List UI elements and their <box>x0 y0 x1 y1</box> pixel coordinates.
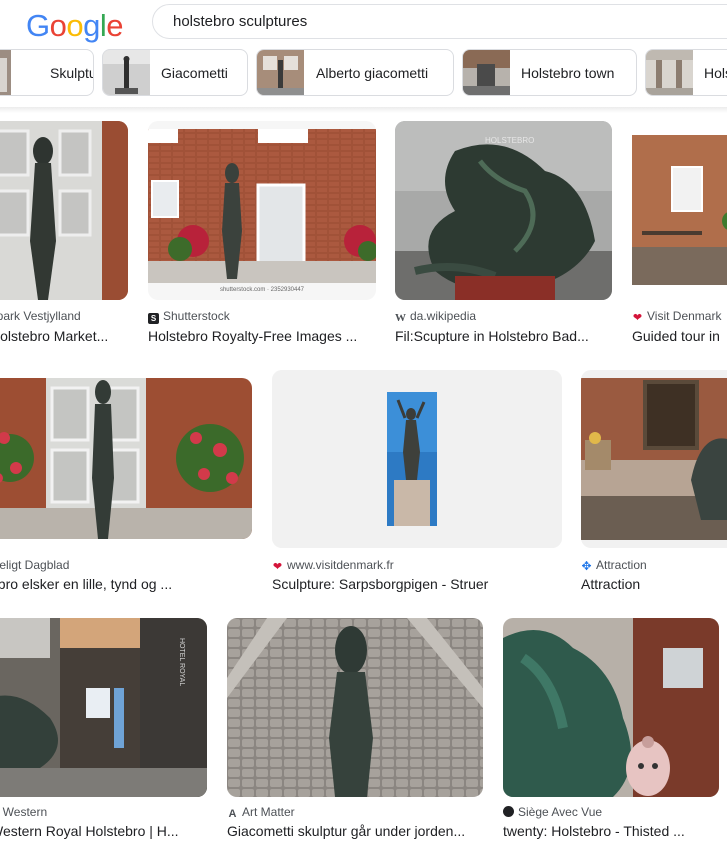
result-title[interactable]: ebro elsker en lille, tynd og ... <box>0 576 200 592</box>
result-card[interactable]: Siège Avec Vue twenty: Holstebro - Thist… <box>503 618 719 844</box>
sculpture-photo <box>227 618 483 797</box>
chip-hols[interactable]: Hols <box>645 49 727 96</box>
result-image[interactable] <box>227 618 483 797</box>
chips-divider-shadow <box>0 107 727 113</box>
result-card[interactable]: HOTEL ROYAL st Western Western Royal Hol… <box>0 618 207 844</box>
shutterstock-icon: S <box>148 313 159 324</box>
result-source[interactable]: ❤ Visit Denmark <box>632 309 722 324</box>
chip-label: Giacometti <box>161 65 228 81</box>
result-image[interactable] <box>0 121 128 300</box>
wikipedia-icon: W <box>395 312 406 324</box>
result-image[interactable]: HOLSTEBRO <box>395 121 612 300</box>
result-title[interactable]: Attraction <box>581 576 727 592</box>
logo-letter: o <box>49 8 67 43</box>
source-name: steligt Dagblad <box>0 558 70 572</box>
result-image[interactable] <box>272 370 562 548</box>
watermark-text: shutterstock.com · 2352930447 <box>220 287 305 293</box>
related-searches-chips: Skulptur Giacometti Alberto giacometti H… <box>0 49 727 97</box>
result-title[interactable]: twenty: Holstebro - Thisted ... <box>503 823 719 839</box>
source-name: Visit Denmark <box>647 309 722 323</box>
chip-thumbnail <box>103 50 150 95</box>
result-image[interactable]: HOTEL ROYAL <box>0 618 207 797</box>
result-source[interactable]: ❤ www.visitdenmark.fr <box>272 558 394 573</box>
chip-skulptur[interactable]: Skulptur <box>0 49 94 96</box>
attraction-icon: ✥ <box>581 559 592 573</box>
result-card[interactable]: A Art Matter Giacometti skulptur går unde… <box>227 618 483 844</box>
sculpture-photo <box>503 618 719 797</box>
result-source[interactable]: opark Vestjylland <box>0 309 81 323</box>
source-name: da.wikipedia <box>410 309 477 323</box>
result-image[interactable] <box>581 370 727 548</box>
source-name: Attraction <box>596 558 647 572</box>
chip-thumbnail <box>0 50 11 95</box>
chip-thumbnail <box>257 50 304 95</box>
chip-label: Alberto giacometti <box>316 65 429 81</box>
sculpture-photo <box>581 378 727 540</box>
siege-icon <box>503 806 514 817</box>
sculpture-photo: HOLSTEBRO <box>395 121 612 300</box>
result-title[interactable]: Sculpture: Sarpsborgpigen - Struer <box>272 576 562 592</box>
building-sign: HOLSTEBRO <box>485 136 534 145</box>
logo-letter: g <box>83 8 100 43</box>
result-source[interactable]: A Art Matter <box>227 805 295 820</box>
result-card[interactable]: ❤ www.visitdenmark.fr Sculpture: Sarpsbor… <box>272 370 562 598</box>
sculpture-photo <box>632 135 727 285</box>
search-box[interactable] <box>152 4 727 39</box>
source-name: Art Matter <box>242 805 295 819</box>
search-input[interactable] <box>173 13 713 30</box>
chip-alberto-giacometti[interactable]: Alberto giacometti <box>256 49 454 96</box>
logo-letter: o <box>66 8 84 43</box>
logo-letter: e <box>106 8 124 43</box>
logo-letter: G <box>26 8 50 43</box>
chip-label: Skulptur <box>50 65 93 81</box>
result-source[interactable]: st Western <box>0 805 47 819</box>
result-card[interactable]: ✥ Attraction Attraction <box>581 370 727 598</box>
chip-thumbnail <box>646 50 693 95</box>
result-title[interactable]: Holstebro Royalty-Free Images ... <box>148 328 376 344</box>
result-title[interactable]: Holstebro Market... <box>0 328 128 344</box>
result-source[interactable]: steligt Dagblad <box>0 558 69 572</box>
source-name: Siège Avec Vue <box>518 805 603 819</box>
result-source[interactable]: ✥ Attraction <box>581 558 647 573</box>
chip-label: Holstebro town <box>521 65 615 81</box>
search-results-page: Google Skulptur Giacometti Alberto giaco… <box>0 0 727 844</box>
result-card[interactable]: HOLSTEBRO Wda.wikipedia Fil:Scupture in … <box>395 121 612 346</box>
chip-thumbnail <box>463 50 510 95</box>
chip-holstebro-town[interactable]: Holstebro town <box>462 49 637 96</box>
result-source[interactable]: S Shutterstock <box>148 309 230 324</box>
sculpture-photo <box>0 378 252 539</box>
result-image[interactable] <box>632 121 727 300</box>
result-image[interactable]: shutterstock.com · 2352930447 <box>148 121 376 300</box>
source-name: www.visitdenmark.fr <box>287 558 394 572</box>
result-card[interactable]: shutterstock.com · 2352930447 S Shutterst… <box>148 121 376 346</box>
result-title[interactable]: Fil:Scupture in Holstebro Bad... <box>395 328 612 344</box>
result-card[interactable]: opark Vestjylland Holstebro Market... <box>0 121 128 346</box>
result-title[interactable]: Guided tour in <box>632 328 727 344</box>
chip-giacometti[interactable]: Giacometti <box>102 49 248 96</box>
hotel-sign: HOTEL ROYAL <box>178 638 185 686</box>
chip-label: Hols <box>704 65 727 81</box>
sculpture-photo <box>0 121 128 300</box>
sculpture-photo: shutterstock.com · 2352930447 <box>148 129 376 293</box>
result-title[interactable]: Western Royal Holstebro | H... <box>0 823 200 839</box>
result-source[interactable]: Siège Avec Vue <box>503 805 602 819</box>
sculpture-photo: HOTEL ROYAL <box>0 618 207 797</box>
source-name: Shutterstock <box>163 309 230 323</box>
source-name: st Western <box>0 805 48 819</box>
heart-icon: ❤ <box>272 561 283 573</box>
art-matter-icon: A <box>228 808 237 820</box>
result-card[interactable]: steligt Dagblad ebro elsker en lille, ty… <box>0 378 252 598</box>
result-image[interactable] <box>503 618 719 797</box>
heart-icon: ❤ <box>632 312 643 324</box>
sculpture-photo <box>272 370 562 548</box>
google-logo[interactable]: Google <box>26 8 124 44</box>
source-name: opark Vestjylland <box>0 309 81 323</box>
result-title[interactable]: Giacometti skulptur går under jorden... <box>227 823 483 839</box>
result-card[interactable]: ❤ Visit Denmark Guided tour in <box>632 121 727 346</box>
result-image[interactable] <box>0 378 252 539</box>
result-source[interactable]: Wda.wikipedia <box>395 309 476 324</box>
